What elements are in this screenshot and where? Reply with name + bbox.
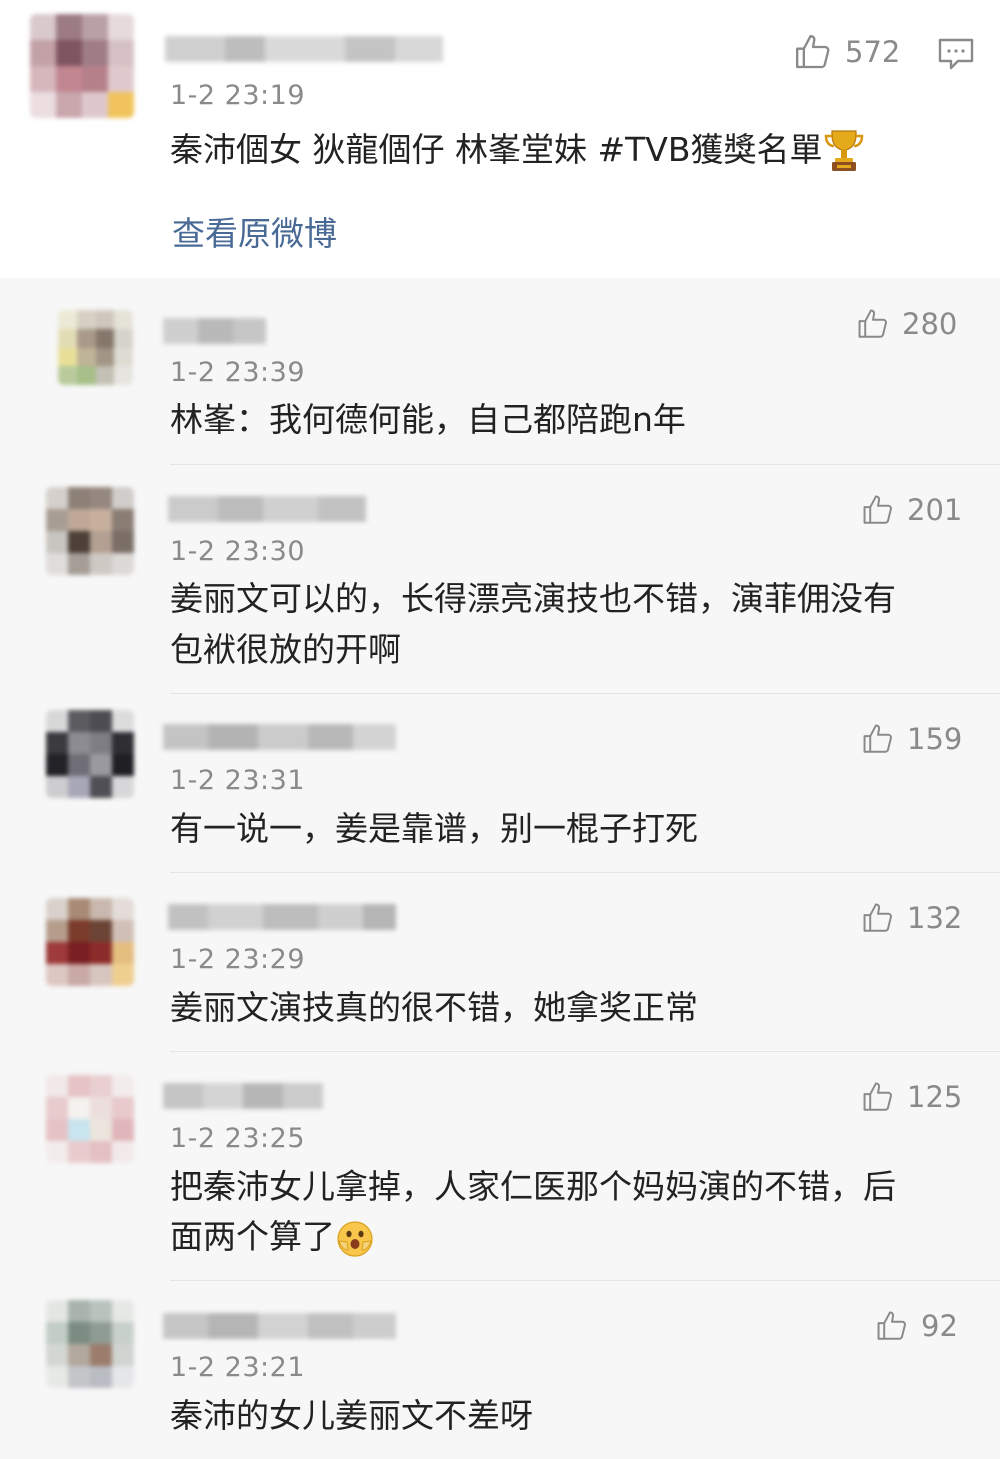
username[interactable] <box>168 898 398 938</box>
like-count: 572 <box>845 35 901 69</box>
main-post: 1-2 23:19 572 秦沛個女 狄龍個仔 林峯堂妹 #TVB獲獎名單 查看… <box>0 0 1000 278</box>
username[interactable] <box>165 30 445 70</box>
thumbs-up-icon <box>796 35 830 69</box>
comment-time: 1-2 23:25 <box>170 1123 305 1154</box>
comment-text: 包袱很放的开啊 <box>170 630 401 669</box>
trophy-icon <box>824 129 863 171</box>
avatar[interactable] <box>46 487 134 575</box>
replies-list <box>0 278 1000 1459</box>
post-text: 秦沛個女 狄龍個仔 林峯堂妹 #TVB獲獎名單 <box>170 124 865 175</box>
thumbs-up-icon <box>863 724 892 753</box>
comment-text: 姜丽文演技真的很不错，她拿奖正常 <box>170 988 698 1027</box>
like-button[interactable]: 125 <box>861 1080 962 1114</box>
comment-text: 林峯：我何德何能，自己都陪跑n年 <box>170 400 686 439</box>
comment-time: 1-2 23:39 <box>170 357 305 388</box>
like-count: 132 <box>907 901 963 935</box>
avatar[interactable] <box>58 310 133 385</box>
divider <box>170 872 1000 873</box>
comment-time: 1-2 23:21 <box>170 1352 305 1383</box>
post-time: 1-2 23:19 <box>170 80 305 111</box>
divider <box>170 1280 1000 1281</box>
avatar[interactable] <box>46 1300 134 1388</box>
avatar[interactable] <box>46 898 134 986</box>
avatar[interactable] <box>46 710 134 798</box>
view-original-link[interactable]: 查看原微博 <box>172 207 337 255</box>
thumbs-up-icon <box>863 1082 892 1111</box>
comment-icon[interactable] <box>937 37 975 71</box>
thumbs-up-icon <box>863 495 892 524</box>
shocked-face-emoji-icon <box>337 1220 373 1257</box>
username[interactable] <box>163 1307 398 1347</box>
like-count: 125 <box>907 1080 963 1114</box>
divider <box>170 464 1000 465</box>
post-like-button[interactable]: 572 <box>793 32 900 72</box>
comment-time: 1-2 23:30 <box>170 536 305 567</box>
comment-text: 面两个算了 <box>170 1211 375 1262</box>
like-count: 92 <box>921 1309 958 1343</box>
comment-time: 1-2 23:31 <box>170 765 305 796</box>
thumbs-up-icon <box>858 309 887 338</box>
comment-time: 1-2 23:29 <box>170 944 305 975</box>
avatar[interactable] <box>46 1075 134 1163</box>
like-count: 280 <box>902 307 958 341</box>
like-button[interactable]: 132 <box>861 901 962 935</box>
divider <box>170 693 1000 694</box>
comment-text: 姜丽文可以的，长得漂亮演技也不错，演菲佣没有 <box>170 579 896 618</box>
comment-text: 把秦沛女儿拿掉，人家仁医那个妈妈演的不错，后 <box>170 1167 896 1206</box>
like-button[interactable]: 201 <box>861 493 962 527</box>
username[interactable] <box>163 718 398 758</box>
like-button[interactable]: 92 <box>875 1309 958 1343</box>
thumbs-up-icon <box>877 1311 906 1340</box>
like-count: 201 <box>907 493 963 527</box>
divider <box>170 1051 1000 1052</box>
comment-text: 秦沛的女儿姜丽文不差呀 <box>170 1396 533 1435</box>
like-button[interactable]: 159 <box>861 722 962 756</box>
like-button[interactable]: 280 <box>856 307 957 341</box>
comment-text: 有一说一，姜是靠谱，别一棍子打死 <box>170 809 698 848</box>
like-count: 159 <box>907 722 963 756</box>
username[interactable] <box>163 1077 325 1117</box>
avatar[interactable] <box>30 14 134 118</box>
username[interactable] <box>163 312 268 352</box>
thumbs-up-icon <box>863 903 892 932</box>
username[interactable] <box>168 490 368 530</box>
